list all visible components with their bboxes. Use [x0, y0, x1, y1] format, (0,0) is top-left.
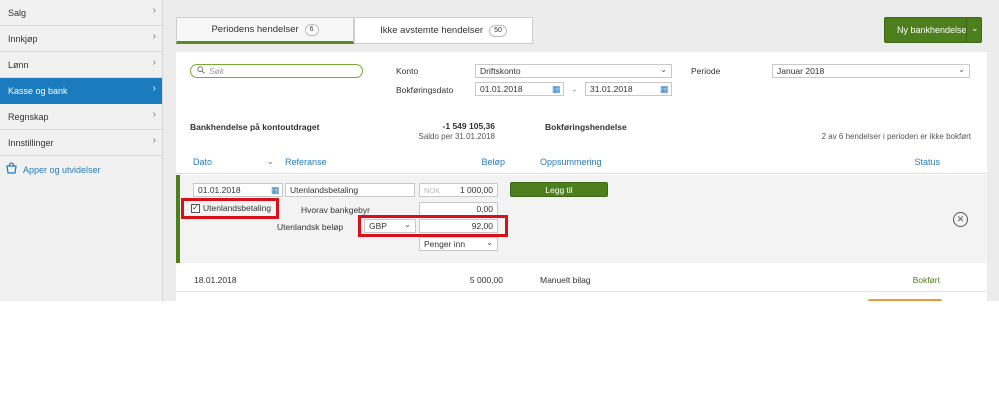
calendar-icon[interactable]: ▦: [660, 84, 670, 94]
direction-value: Penger inn: [424, 239, 466, 249]
tab-ikke-avstemte-hendelser[interactable]: Ikke avstemte hendelser 50: [354, 17, 533, 44]
sidebar-item-innkjop[interactable]: Innkjøp ›: [0, 26, 162, 52]
column-header-dato[interactable]: Dato: [193, 157, 212, 167]
column-header-belop[interactable]: Beløp: [440, 157, 505, 167]
search-placeholder: Søk: [209, 66, 225, 76]
sidebar-item-label: Innkjøp: [8, 33, 38, 44]
highlight-box-foreign-amount: [358, 215, 508, 237]
chevron-down-icon: ⌄: [660, 65, 667, 74]
status-button-partial[interactable]: [868, 299, 942, 301]
highlight-box-checkbox: [181, 198, 279, 219]
date-to-field[interactable]: 31.01.2018 ▦: [585, 82, 672, 96]
tab-count-badge: 6: [304, 23, 319, 36]
row-amount: 5 000,00: [469, 275, 503, 285]
row-date: 18.01.2018: [194, 275, 237, 285]
currency-prefix: NOK: [424, 185, 441, 195]
konto-value: Driftskonto: [480, 66, 521, 76]
header-divider: [176, 173, 987, 174]
tab-label: Ikke avstemte hendelser: [380, 25, 484, 36]
reference-field[interactable]: Utenlandsbetaling: [285, 183, 415, 197]
chevron-down-icon: ⌄: [486, 238, 493, 247]
periode-value: Januar 2018: [777, 66, 825, 76]
date-to-value: 31.01.2018: [590, 84, 633, 94]
bank-events-title: Bankhendelse på kontoutdraget: [190, 122, 320, 132]
sidebar-item-label: Kasse og bank: [8, 85, 68, 96]
sidebar-item-kasse-og-bank[interactable]: Kasse og bank ›: [0, 78, 162, 104]
chevron-right-icon: ›: [152, 83, 156, 94]
apps-link-label: Apper og utvidelser: [23, 164, 101, 175]
close-icon[interactable]: ✕: [953, 212, 968, 227]
chevron-down-icon: ⌄: [958, 65, 965, 74]
chevron-right-icon: ›: [152, 57, 156, 68]
amount-value: 1 000,00: [459, 185, 493, 195]
new-bank-event-label: Ny bankhendelse: [897, 25, 967, 35]
chevron-down-icon[interactable]: ⌄: [267, 157, 274, 166]
fee-field[interactable]: 0,00: [419, 202, 498, 216]
chevron-right-icon: ›: [152, 109, 156, 120]
chevron-down-icon[interactable]: ⌄: [971, 23, 979, 34]
konto-select[interactable]: Driftskonto ⌄: [475, 64, 672, 78]
add-button[interactable]: Legg til: [510, 182, 608, 197]
date-from-value: 01.01.2018: [480, 84, 523, 94]
foreign-amount-label: Utenlandsk beløp: [277, 222, 344, 232]
sidebar-item-lonn[interactable]: Lønn ›: [0, 52, 162, 78]
column-header-status[interactable]: Status: [900, 157, 940, 167]
chevron-right-icon: ›: [152, 135, 156, 146]
periode-label: Periode: [691, 66, 721, 76]
bokforingsdato-label: Bokføringsdato: [396, 85, 454, 95]
sidebar-item-regnskap[interactable]: Regnskap ›: [0, 104, 162, 130]
balance-value: -1 549 105,36: [442, 121, 495, 131]
sidebar-item-label: Salg: [8, 7, 27, 18]
calendar-icon[interactable]: ▦: [552, 84, 562, 94]
date-from-field[interactable]: 01.01.2018 ▦: [475, 82, 564, 96]
sidebar-item-label: Lønn: [8, 59, 29, 70]
search-input[interactable]: Søk: [190, 64, 363, 78]
tab-count-badge: 50: [489, 24, 507, 37]
booking-events-title: Bokføringshendelse: [545, 122, 627, 132]
sidebar-item-innstillinger[interactable]: Innstillinger ›: [0, 130, 162, 156]
add-button-label: Legg til: [545, 184, 573, 195]
chevron-right-icon: ›: [152, 31, 156, 42]
fee-label: Hvorav bankgebyr: [301, 205, 370, 215]
edit-date-field[interactable]: 01.01.2018 ▦: [193, 183, 283, 197]
fee-value: 0,00: [476, 204, 493, 214]
column-header-referanse[interactable]: Referanse: [285, 157, 327, 167]
konto-label: Konto: [396, 66, 419, 76]
unbooked-note: 2 av 6 hendelser i perioden er ikke bokf…: [821, 132, 971, 141]
sidebar-item-label: Innstillinger: [8, 137, 54, 148]
sidebar-apps-link[interactable]: Apper og utvidelser: [6, 162, 101, 177]
date-range-separator: -: [573, 85, 576, 95]
column-header-oppsummering[interactable]: Oppsummering: [540, 157, 602, 167]
amount-field[interactable]: NOK 1 000,00: [419, 183, 498, 197]
row-summary: Manuelt bilag: [540, 275, 591, 285]
shopping-bag-icon: [6, 162, 17, 177]
chevron-right-icon: ›: [152, 5, 156, 16]
tab-periodens-hendelser[interactable]: Periodens hendelser 6: [176, 17, 354, 44]
search-icon: [197, 66, 205, 76]
calendar-icon[interactable]: ▦: [271, 185, 281, 195]
direction-select[interactable]: Penger inn ⌄: [419, 237, 498, 251]
split-divider: [966, 18, 967, 42]
sidebar-item-salg[interactable]: Salg ›: [0, 0, 162, 26]
balance-caption: Saldo per 31.01.2018: [418, 132, 495, 141]
periode-select[interactable]: Januar 2018 ⌄: [772, 64, 970, 78]
edit-date-value: 01.01.2018: [198, 185, 241, 195]
sidebar-item-label: Regnskap: [8, 111, 49, 122]
row-status: Bokført: [912, 275, 940, 285]
new-bank-event-button[interactable]: Ny bankhendelse ⌄: [884, 17, 982, 43]
sidebar: Salg › Innkjøp › Lønn › Kasse og bank › …: [0, 0, 163, 301]
tab-label: Periodens hendelser: [211, 24, 299, 35]
reference-value: Utenlandsbetaling: [290, 185, 359, 195]
